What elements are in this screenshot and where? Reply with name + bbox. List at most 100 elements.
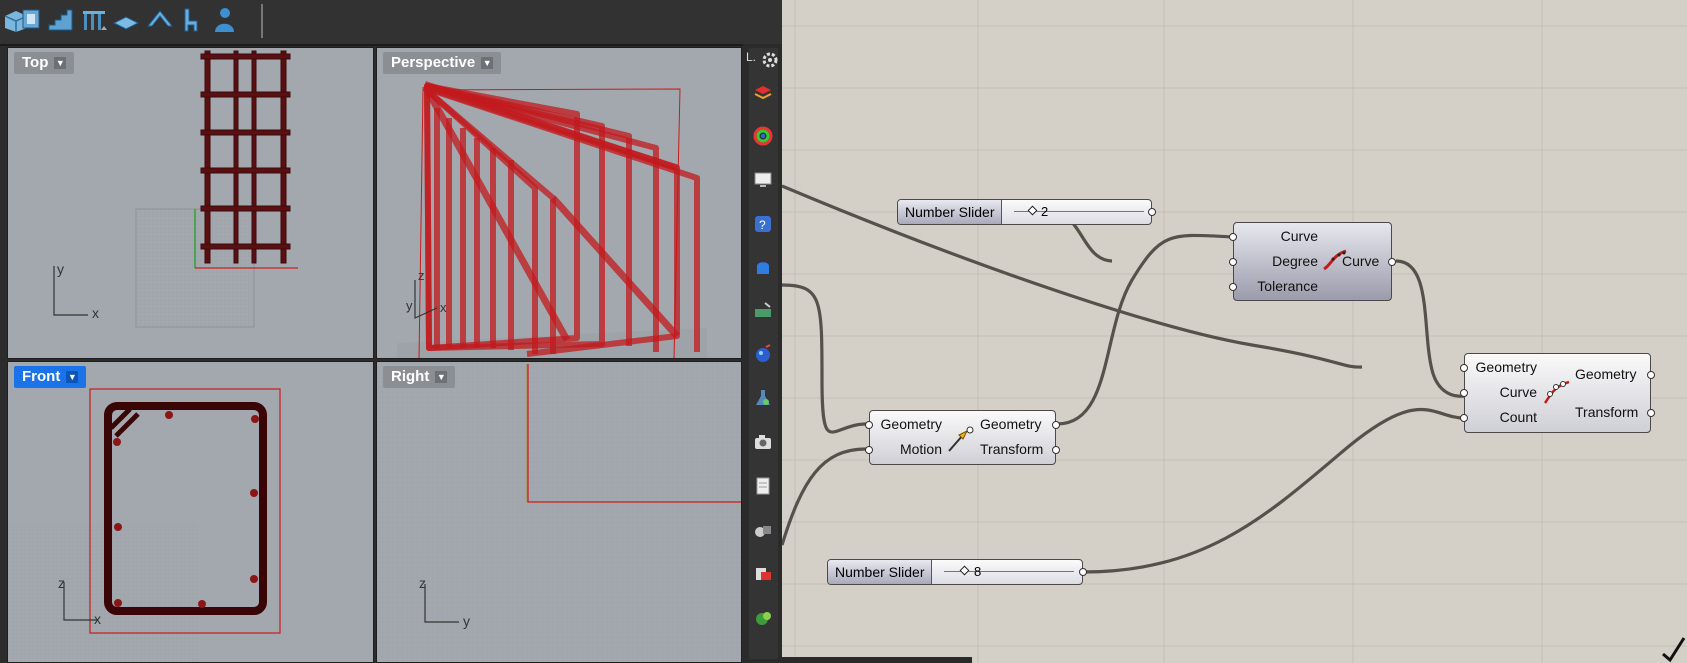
- document-icon[interactable]: [753, 476, 773, 496]
- rebuild-curve-component[interactable]: Curve Degree Tolerance Curve: [1229, 222, 1396, 301]
- axis-x-label: x: [94, 611, 101, 627]
- input-port-degree: Degree: [1272, 253, 1318, 269]
- input-pin[interactable]: [865, 446, 873, 454]
- help-icon[interactable]: ?: [753, 214, 773, 234]
- status-strip: [782, 657, 972, 663]
- checkmark-icon: [1662, 637, 1686, 663]
- input-port-tolerance: Tolerance: [1257, 278, 1318, 294]
- color-wheel-icon[interactable]: [753, 126, 773, 146]
- render-icon[interactable]: [753, 344, 773, 364]
- slider-value: 8: [974, 564, 982, 579]
- output-pin[interactable]: [1079, 568, 1087, 576]
- input-pin[interactable]: [1229, 233, 1237, 241]
- move-arrow-icon: [948, 426, 974, 452]
- viewport-tab-label: Front: [22, 368, 61, 385]
- output-port-transform: Transform: [980, 441, 1044, 457]
- top-view-drawing: y x: [53, 50, 298, 328]
- output-pin[interactable]: [1052, 421, 1060, 429]
- slider-grip[interactable]: [959, 565, 970, 576]
- viewport-tab-front[interactable]: Front ▼: [14, 366, 87, 388]
- input-pin[interactable]: [1460, 414, 1468, 422]
- move-component[interactable]: Geometry Motion Geometry Transform: [865, 410, 1060, 465]
- output-pin[interactable]: [1148, 208, 1156, 216]
- rhino-workspace: Top ▼ y x Perspective ▼ z y x Front ▼ z …: [0, 0, 782, 663]
- slab-icon[interactable]: [112, 6, 140, 34]
- input-port-geometry: Geometry: [1475, 359, 1537, 375]
- output-port-geometry: Geometry: [1575, 366, 1637, 382]
- output-port-transform: Transform: [1575, 404, 1639, 420]
- input-pin[interactable]: [1229, 283, 1237, 291]
- axis-z-label: z: [58, 575, 65, 591]
- input-port-count: Count: [1499, 409, 1537, 425]
- viewport-tab-label: Right: [391, 368, 430, 385]
- person-icon[interactable]: [210, 6, 238, 34]
- input-port-geometry: Geometry: [880, 416, 942, 432]
- shape-icon[interactable]: [753, 258, 773, 278]
- chevron-down-icon[interactable]: ▼: [54, 57, 67, 70]
- output-pin[interactable]: [1647, 371, 1655, 379]
- chevron-down-icon[interactable]: ▼: [435, 371, 448, 384]
- rhino-toolbar: [0, 0, 782, 46]
- keyboard-icon[interactable]: [753, 300, 773, 320]
- grasshopper-canvas[interactable]: Number Slider 2 Number Slider 8 Curve De…: [782, 0, 1687, 663]
- front-view-drawing: z x: [8, 388, 281, 662]
- output-port-geometry: Geometry: [980, 416, 1042, 432]
- chevron-down-icon[interactable]: ▼: [481, 57, 494, 70]
- stairs-icon[interactable]: [46, 6, 74, 34]
- input-port-curve: Curve: [1280, 228, 1318, 244]
- slider-label: Number Slider: [898, 200, 1003, 224]
- output-pin[interactable]: [1052, 446, 1060, 454]
- input-pin[interactable]: [1460, 364, 1468, 372]
- layers-icon[interactable]: [753, 82, 773, 102]
- slider-value: 2: [1041, 204, 1049, 219]
- output-port-curve: Curve: [1342, 253, 1380, 269]
- curve-array-icon: [1543, 380, 1570, 404]
- input-port-motion: Motion: [899, 441, 942, 457]
- viewport-tab-label: Top: [22, 54, 49, 71]
- materials-icon[interactable]: [753, 564, 773, 584]
- viewport-perspective[interactable]: Perspective ▼ z y x: [376, 47, 742, 359]
- camera-icon[interactable]: [753, 432, 773, 452]
- viewport-top[interactable]: Top ▼ y x: [7, 47, 374, 359]
- input-pin[interactable]: [865, 421, 873, 429]
- wall-icon[interactable]: [16, 6, 44, 34]
- slider-label: Number Slider: [828, 560, 933, 584]
- viewport-tab-label: Perspective: [391, 54, 476, 71]
- railing-icon[interactable]: [80, 6, 108, 34]
- viewport-right[interactable]: Right ▼ z y: [376, 361, 742, 663]
- slider-grip[interactable]: [1027, 205, 1038, 216]
- right-view-drawing: z y: [377, 362, 741, 662]
- output-pin[interactable]: [1388, 258, 1396, 266]
- axis-x-label: x: [440, 300, 447, 315]
- chevron-down-icon[interactable]: ▼: [66, 371, 79, 384]
- input-pin[interactable]: [1229, 258, 1237, 266]
- curve-array-component[interactable]: Geometry Curve Count Geometry Transform: [1460, 353, 1655, 433]
- display-icon[interactable]: [753, 170, 773, 190]
- axis-y-label: y: [406, 298, 413, 313]
- objects-icon[interactable]: [753, 520, 773, 540]
- axis-y-label: y: [57, 261, 64, 277]
- svg-text:?: ?: [759, 218, 766, 232]
- chair-icon[interactable]: [176, 6, 204, 34]
- viewport-tab-right[interactable]: Right ▼: [383, 366, 456, 388]
- flask-icon[interactable]: [753, 388, 773, 408]
- perspective-view-drawing: z y x: [397, 81, 707, 358]
- viewport-tab-perspective[interactable]: Perspective ▼: [383, 52, 502, 74]
- viewport-front[interactable]: Front ▼ z x: [7, 361, 374, 663]
- number-slider-degree[interactable]: Number Slider 2: [897, 199, 1156, 225]
- viewport-tab-top[interactable]: Top ▼: [14, 52, 75, 74]
- grasshopper-icon[interactable]: [753, 608, 773, 628]
- panels-sidebar: L. ?: [743, 44, 782, 663]
- gear-icon[interactable]: [760, 50, 780, 70]
- axis-y-label: y: [463, 613, 470, 629]
- sidebar-header-label: L.: [746, 50, 757, 64]
- input-pin[interactable]: [1460, 389, 1468, 397]
- axis-z-label: z: [419, 575, 426, 591]
- axis-x-label: x: [92, 305, 99, 321]
- number-slider-count[interactable]: Number Slider 8: [827, 559, 1087, 585]
- input-port-curve: Curve: [1499, 384, 1537, 400]
- output-pin[interactable]: [1647, 409, 1655, 417]
- toolbar-separator: [261, 4, 263, 38]
- roof-icon[interactable]: [146, 6, 174, 34]
- axis-z-label: z: [418, 268, 425, 283]
